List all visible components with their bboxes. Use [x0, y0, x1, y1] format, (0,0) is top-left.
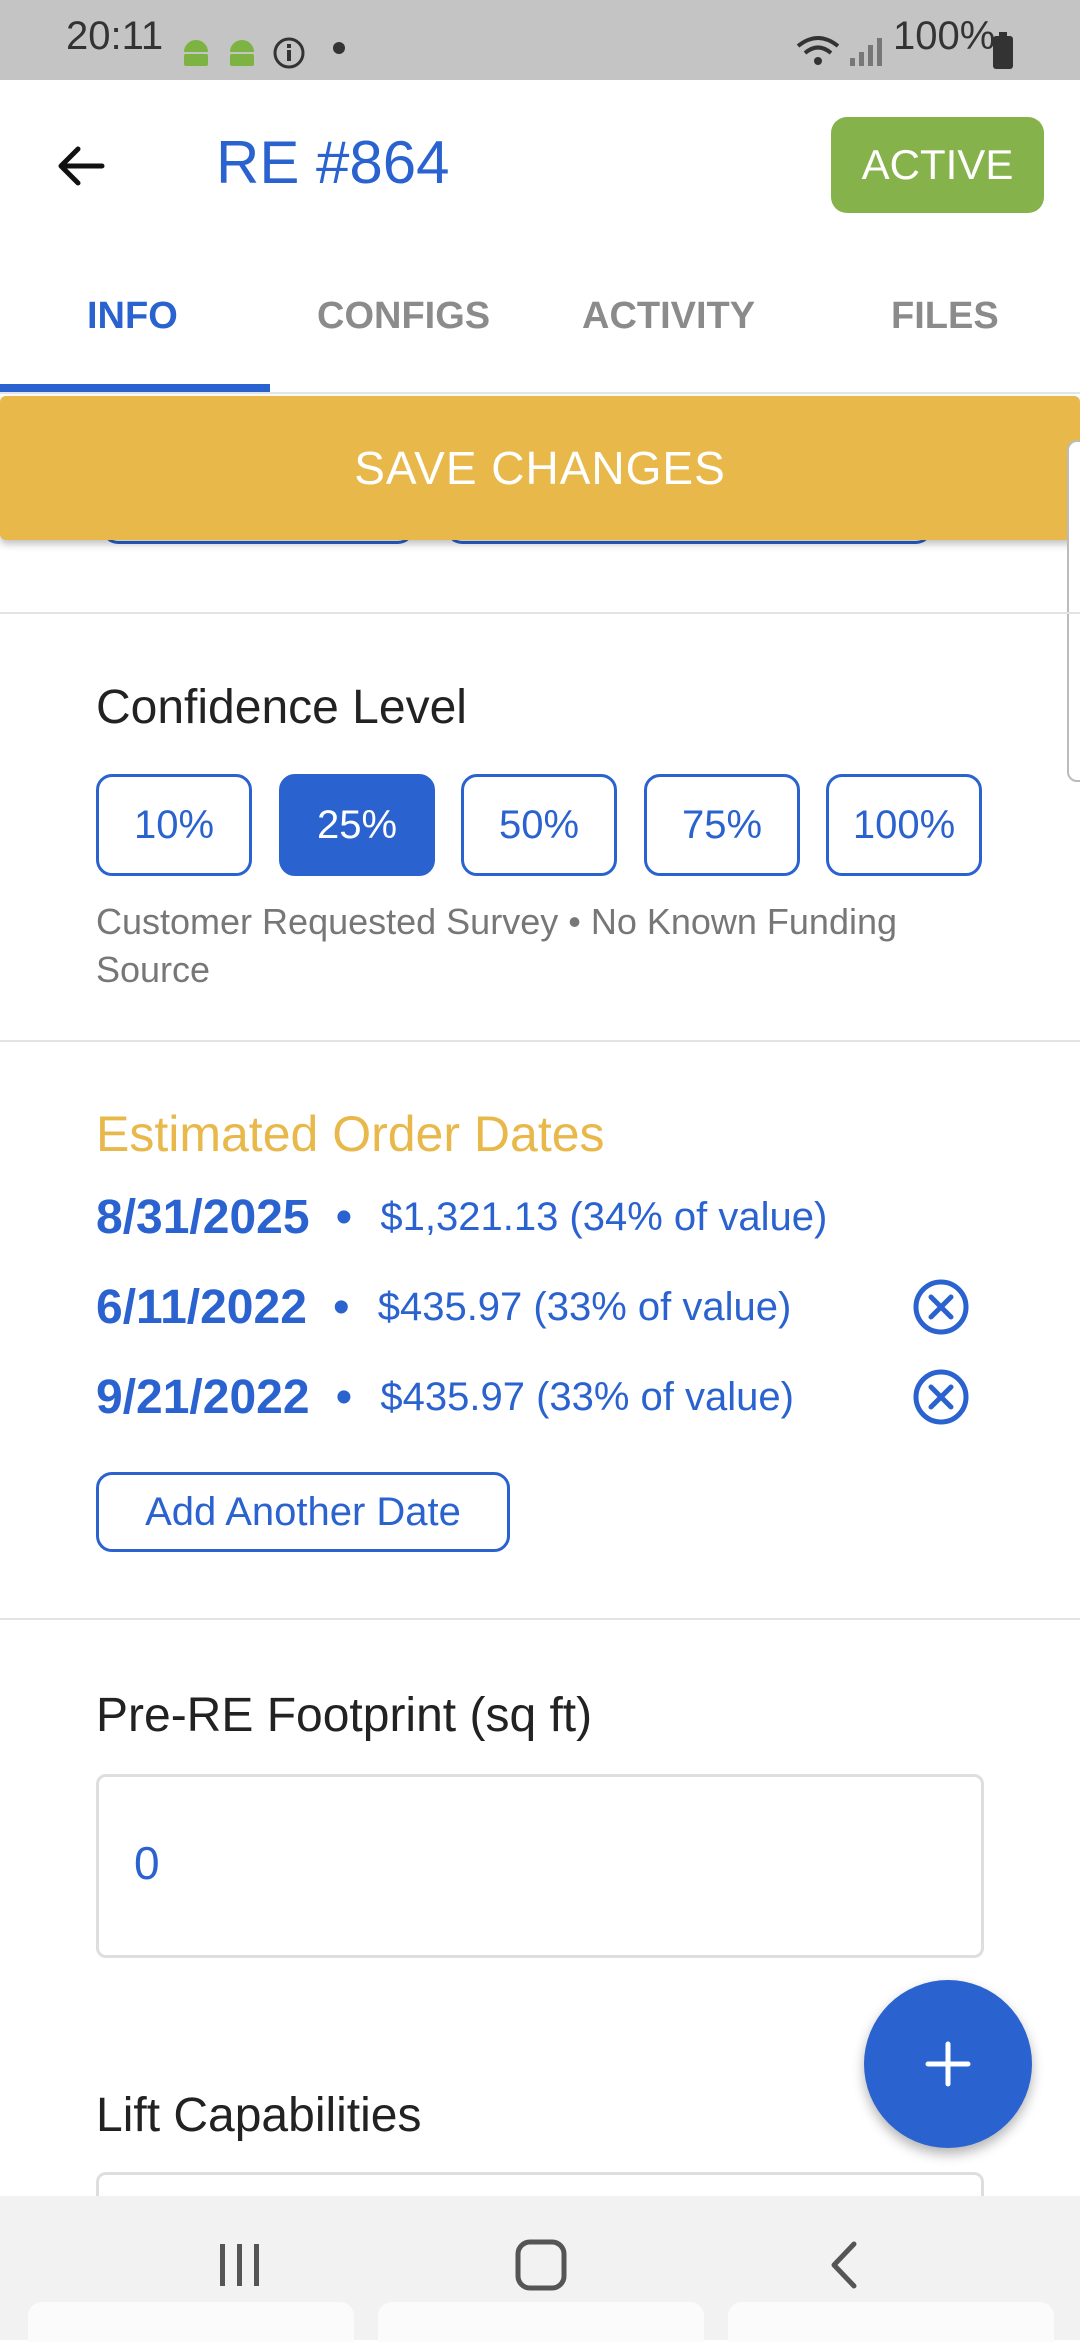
- tab-activity[interactable]: ACTIVITY: [582, 295, 755, 338]
- plus-icon: [925, 2041, 971, 2087]
- wifi-icon: [796, 36, 840, 65]
- section-divider: [0, 1618, 1080, 1620]
- order-date: 9/21/2022: [96, 1370, 310, 1424]
- save-changes-button[interactable]: SAVE CHANGES: [0, 396, 1080, 540]
- separator: •: [332, 1280, 350, 1334]
- section-divider: [0, 1040, 1080, 1042]
- recent-card: [378, 2302, 704, 2342]
- footprint-value: 0: [134, 1837, 160, 1889]
- confidence-option-10[interactable]: 10%: [96, 774, 252, 876]
- scrollbar-handle[interactable]: [1067, 440, 1080, 782]
- android-icon: [184, 40, 208, 66]
- separator: •: [335, 1370, 353, 1424]
- recent-apps-icon[interactable]: [214, 2240, 266, 2290]
- recent-card: [728, 2302, 1054, 2342]
- info-icon: [273, 37, 305, 69]
- confidence-level-title: Confidence Level: [96, 681, 467, 734]
- notification-dot-icon: [333, 42, 345, 54]
- section-divider: [0, 612, 1080, 614]
- footprint-input[interactable]: [96, 1774, 984, 1958]
- order-amount: $435.97 (33% of value): [380, 1374, 794, 1419]
- confidence-option-75[interactable]: 75%: [644, 774, 800, 876]
- tab-files[interactable]: FILES: [891, 295, 999, 338]
- battery-icon: [993, 32, 1013, 69]
- status-badge: ACTIVE: [831, 117, 1044, 213]
- lift-capabilities-label: Lift Capabilities: [96, 2089, 422, 2142]
- page-title: RE #864: [216, 129, 450, 196]
- order-date: 6/11/2022: [96, 1280, 307, 1334]
- confidence-option-100[interactable]: 100%: [826, 774, 982, 876]
- home-icon[interactable]: [514, 2238, 568, 2292]
- footprint-label: Pre-RE Footprint (sq ft): [96, 1689, 593, 1742]
- separator: •: [335, 1190, 353, 1244]
- android-icon: [230, 40, 254, 66]
- estimated-order-dates-title: Estimated Order Dates: [96, 1106, 605, 1162]
- order-date-row: 6/11/2022 • $435.97 (33% of value): [96, 1267, 791, 1347]
- tab-active-indicator: [0, 384, 270, 392]
- back-arrow-icon[interactable]: [52, 136, 112, 196]
- confidence-option-50[interactable]: 50%: [461, 774, 617, 876]
- remove-date-icon[interactable]: [912, 1368, 970, 1426]
- tab-info[interactable]: INFO: [87, 295, 178, 338]
- order-date-row: 9/21/2022 • $435.97 (33% of value): [96, 1357, 794, 1437]
- status-time: 20:11: [66, 14, 164, 58]
- order-amount: $435.97 (33% of value): [377, 1284, 792, 1329]
- tab-bar-border: [0, 392, 1080, 394]
- add-another-date-button[interactable]: Add Another Date: [96, 1472, 510, 1552]
- confidence-description: Customer Requested Survey • No Known Fun…: [96, 901, 898, 990]
- tab-configs[interactable]: CONFIGS: [317, 295, 490, 338]
- signal-icon: [850, 38, 882, 66]
- order-amount: $1,321.13 (34% of value): [380, 1194, 828, 1239]
- confidence-option-25[interactable]: 25%: [279, 774, 435, 876]
- add-fab-button[interactable]: [864, 1980, 1032, 2148]
- remove-date-icon[interactable]: [912, 1278, 970, 1336]
- order-date-row: 8/31/2025 • $1,321.13 (34% of value): [96, 1177, 827, 1257]
- recent-card: [28, 2302, 354, 2342]
- status-bar: 20:11 100%: [0, 0, 1080, 80]
- back-nav-icon[interactable]: [824, 2238, 864, 2292]
- order-date: 8/31/2025: [96, 1190, 310, 1244]
- battery-level: 100%: [893, 14, 996, 58]
